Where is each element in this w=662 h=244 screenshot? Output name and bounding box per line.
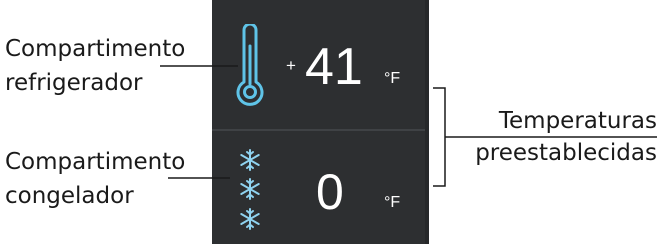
diagram: Compartimento refrigerador Compartimento… bbox=[0, 0, 662, 244]
leader-lines bbox=[160, 65, 657, 187]
preset-bracket bbox=[433, 87, 446, 187]
